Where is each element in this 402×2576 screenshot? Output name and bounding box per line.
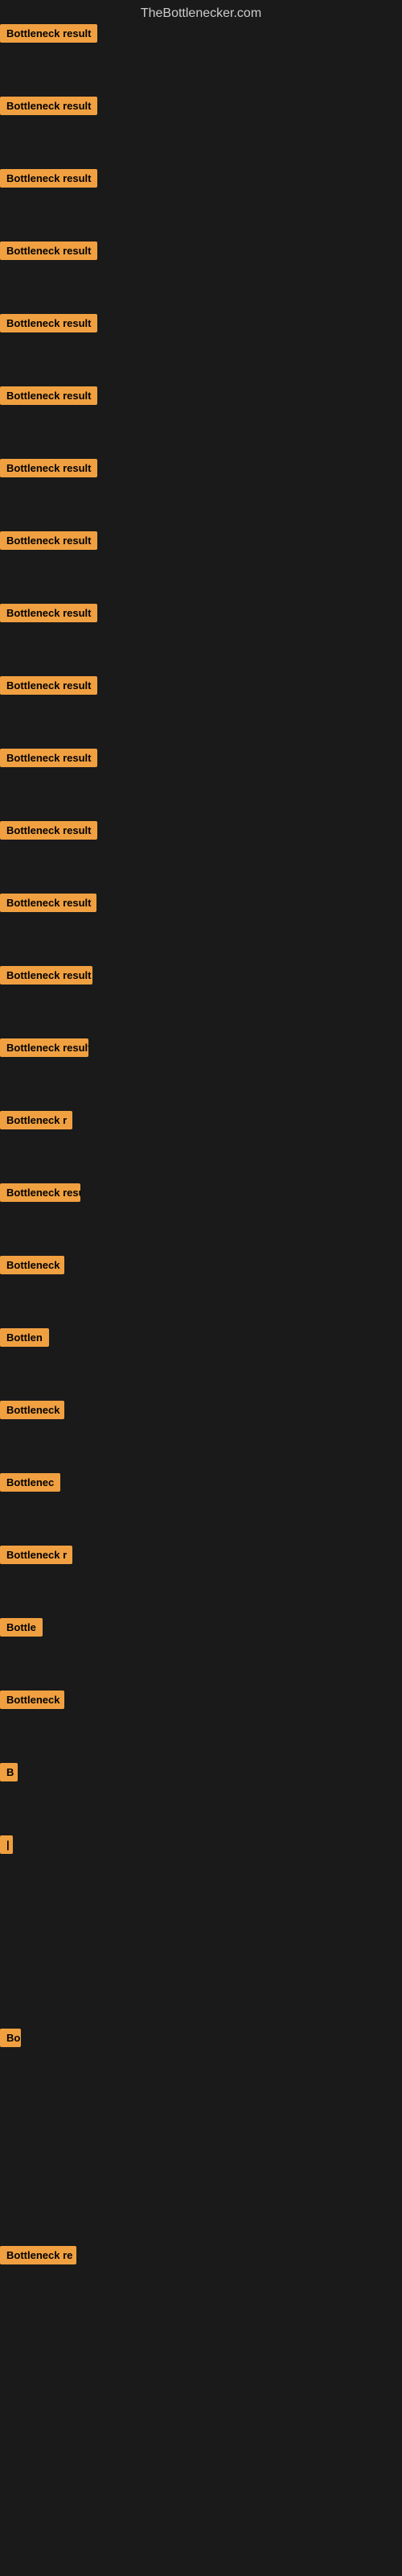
bottleneck-result-tag[interactable]: Bottleneck r xyxy=(0,1111,72,1129)
bottleneck-result-tag[interactable]: Bottleneck re xyxy=(0,2246,76,2264)
bottleneck-result-tag[interactable]: Bottlen xyxy=(0,1328,49,1347)
bottleneck-result-tag[interactable]: Bottleneck result xyxy=(0,604,97,622)
bottleneck-result-tag[interactable]: Bottleneck result xyxy=(0,531,97,550)
list-item: Bottlenec xyxy=(0,1473,60,1496)
list-item: Bottleneck xyxy=(0,1256,64,1278)
bottleneck-result-tag[interactable]: Bottleneck xyxy=(0,1401,64,1419)
bottleneck-result-tag[interactable]: Bottleneck result xyxy=(0,1038,88,1057)
list-item: Bottleneck resu xyxy=(0,1183,80,1206)
bottleneck-result-tag[interactable]: Bottleneck result xyxy=(0,459,97,477)
bottleneck-result-tag[interactable]: Bottleneck result xyxy=(0,24,97,43)
bottleneck-result-tag[interactable]: B xyxy=(0,1763,18,1781)
bottleneck-result-tag[interactable]: Bottle xyxy=(0,1618,43,1637)
list-item: Bottleneck result xyxy=(0,604,97,626)
list-item: Bottleneck result xyxy=(0,459,97,481)
bottleneck-result-tag[interactable]: Bottleneck xyxy=(0,1256,64,1274)
bottleneck-result-tag[interactable]: Bottleneck result xyxy=(0,894,96,912)
bottleneck-result-tag[interactable]: Bottleneck result xyxy=(0,169,97,188)
list-item: Bottleneck result xyxy=(0,894,96,916)
bottleneck-result-tag[interactable]: Bottleneck result xyxy=(0,749,97,767)
bottleneck-result-tag[interactable]: Bottleneck result xyxy=(0,676,97,695)
list-item: Bottleneck result xyxy=(0,314,97,336)
list-item: Bottleneck result xyxy=(0,676,97,699)
list-item: Bottleneck result xyxy=(0,24,97,47)
list-item: Bottlen xyxy=(0,1328,49,1351)
list-item: Bottleneck result xyxy=(0,1038,88,1061)
bottleneck-result-tag[interactable]: Bottleneck xyxy=(0,1690,64,1709)
bottleneck-result-tag[interactable]: Bo xyxy=(0,2029,21,2047)
list-item: Bottleneck result xyxy=(0,749,97,771)
list-item: Bottleneck r xyxy=(0,1111,72,1133)
list-item: Bottleneck result xyxy=(0,97,97,119)
bottleneck-result-tag[interactable]: Bottleneck result xyxy=(0,386,97,405)
bottleneck-result-tag[interactable]: Bottleneck result xyxy=(0,821,97,840)
list-item: Bo xyxy=(0,2029,21,2051)
bottleneck-result-tag[interactable]: | xyxy=(0,1835,13,1854)
list-item: Bottleneck xyxy=(0,1401,64,1423)
bottleneck-result-tag[interactable]: Bottleneck r xyxy=(0,1546,72,1564)
list-item: Bottleneck result xyxy=(0,531,97,554)
site-title: TheBottlenecker.com xyxy=(0,0,402,27)
bottleneck-result-tag[interactable]: Bottleneck result xyxy=(0,966,92,985)
list-item: Bottle xyxy=(0,1618,43,1641)
list-item: Bottleneck r xyxy=(0,1546,72,1568)
list-item: Bottleneck result xyxy=(0,169,97,192)
list-item: B xyxy=(0,1763,18,1785)
list-item: Bottleneck result xyxy=(0,242,97,264)
bottleneck-result-tag[interactable]: Bottleneck result xyxy=(0,97,97,115)
bottleneck-result-tag[interactable]: Bottleneck result xyxy=(0,242,97,260)
bottleneck-result-tag[interactable]: Bottlenec xyxy=(0,1473,60,1492)
bottleneck-result-tag[interactable]: Bottleneck resu xyxy=(0,1183,80,1202)
list-item: | xyxy=(0,1835,13,1858)
list-item: Bottleneck re xyxy=(0,2246,76,2268)
list-item: Bottleneck result xyxy=(0,386,97,409)
list-item: Bottleneck result xyxy=(0,966,92,989)
list-item: Bottleneck xyxy=(0,1690,64,1713)
list-item: Bottleneck result xyxy=(0,821,97,844)
bottleneck-result-tag[interactable]: Bottleneck result xyxy=(0,314,97,332)
